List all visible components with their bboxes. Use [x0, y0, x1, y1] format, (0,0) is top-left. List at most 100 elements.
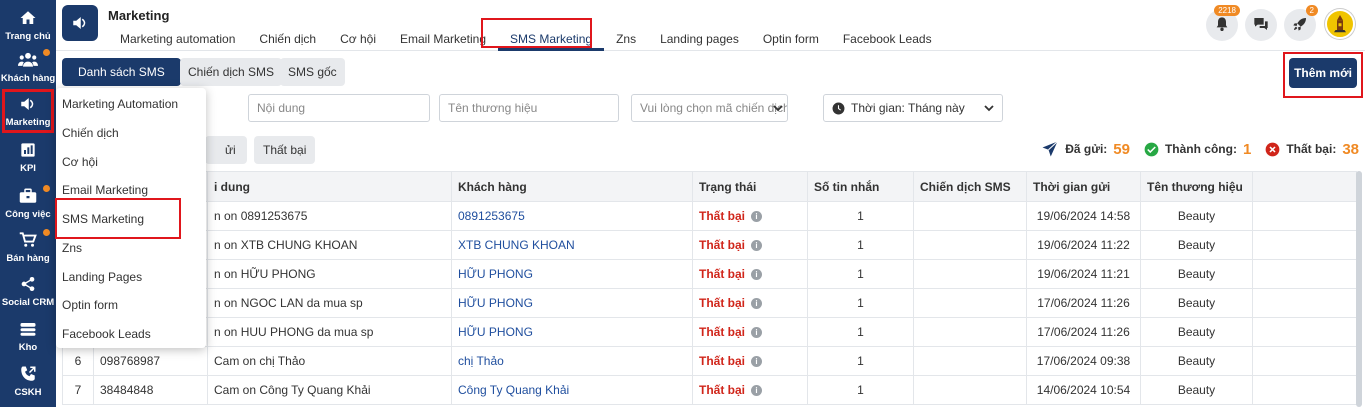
sidebar-item-sales[interactable]: Bán hàng	[0, 224, 56, 270]
cell-msg-count: 1	[807, 201, 914, 231]
cell-content: n on XTB CHUNG KHOAN	[207, 230, 452, 260]
cell-brand: Beauty	[1140, 288, 1253, 318]
tab-landing-pages[interactable]: Landing pages	[648, 30, 751, 51]
menu-item-marketing-automation[interactable]: Marketing Automation	[62, 97, 178, 111]
cell-campaign	[913, 375, 1027, 405]
table-row[interactable]: 7 38484848 Cam on Công Ty Quang Khải Công T…	[62, 375, 1357, 405]
tab-marketing-automation[interactable]: Marketing automation	[108, 30, 247, 51]
cell-content: Cam on Công Ty Quang Khải	[207, 375, 452, 405]
cell-status: Thất bại i	[692, 201, 808, 231]
sidebar-item-customer-care[interactable]: CSKH	[0, 358, 56, 404]
col-header-customer[interactable]: Khách hàng	[451, 171, 693, 202]
avatar[interactable]	[1325, 9, 1355, 39]
menu-item-campaigns[interactable]: Chiến dịch	[62, 126, 119, 140]
cell-customer[interactable]: XTB CHUNG KHOAN	[451, 230, 693, 260]
campaign-code-select[interactable]: Vui lòng chọn mã chiến dịch	[631, 94, 788, 122]
paper-plane-icon	[1041, 140, 1065, 158]
chat-button[interactable]	[1245, 9, 1277, 41]
cell-status: Thất bại i	[692, 288, 808, 318]
cell-msg-count-text: 1	[857, 267, 864, 281]
info-icon[interactable]: i	[751, 269, 763, 281]
menu-item-facebook-leads[interactable]: Facebook Leads	[62, 327, 151, 341]
col-header-sent-time[interactable]: Thời gian gửi	[1026, 171, 1141, 202]
menu-item-landing-pages[interactable]: Landing Pages	[62, 270, 142, 284]
status-filter-failed[interactable]: Thất bại	[254, 136, 316, 164]
info-icon[interactable]: i	[751, 327, 763, 339]
info-icon[interactable]: i	[751, 211, 763, 223]
info-icon[interactable]: i	[751, 356, 763, 368]
table-scrollbar[interactable]	[1356, 171, 1362, 407]
cell-customer-text: HỮU PHONG	[458, 267, 533, 281]
menu-item-optin-form[interactable]: Optin form	[62, 298, 118, 312]
menu-item-opportunities[interactable]: Cơ hội	[62, 155, 98, 169]
cell-extra	[1252, 375, 1357, 405]
stat-sent-label: Đã gửi:	[1065, 142, 1108, 156]
table-row[interactable]: n on HUU PHONG da mua sp HỮU PHONG Thất bạ…	[62, 317, 1357, 347]
cell-customer[interactable]: Công Ty Quang Khải	[451, 375, 693, 405]
info-icon[interactable]: i	[751, 385, 763, 397]
sidebar-item-social-crm[interactable]: Social CRM	[0, 268, 56, 314]
table-row[interactable]: n on 0891253675 0891253675 Thất bại i 1 19/06…	[62, 201, 1357, 231]
menu-item-email-marketing[interactable]: Email Marketing	[62, 183, 148, 197]
tab-sms-list[interactable]: Danh sách SMS	[62, 58, 181, 86]
cell-content-text: Cam on chị Thảo	[214, 354, 306, 368]
col-header-msg-count[interactable]: Số tin nhắn	[807, 171, 914, 202]
table-row[interactable]: n on HỮU PHONG HỮU PHONG Thất bại i 1 19/06/2…	[62, 259, 1357, 289]
tab-facebook-leads[interactable]: Facebook Leads	[831, 30, 944, 51]
cell-extra	[1252, 259, 1357, 289]
status-filter-sent[interactable]: ửi	[205, 136, 247, 164]
sidebar-item-customers[interactable]: Khách hàng	[0, 44, 56, 90]
chart-icon	[18, 140, 38, 160]
col-header-content[interactable]: i dung	[207, 171, 452, 202]
rocket-button[interactable]: 2	[1284, 5, 1318, 41]
notification-dot	[43, 185, 50, 192]
sidebar-item-home[interactable]: Trang chủ	[0, 2, 56, 48]
sidebar-item-marketing[interactable]: Marketing	[2, 89, 54, 133]
sidebar-item-kpi[interactable]: KPI	[0, 134, 56, 180]
info-icon[interactable]: i	[751, 298, 763, 310]
cell-customer[interactable]: HỮU PHONG	[451, 317, 693, 347]
menu-item-zns[interactable]: Zns	[62, 241, 82, 255]
sidebar-item-tasks[interactable]: Công việc	[0, 180, 56, 226]
cell-customer[interactable]: chị Thảo	[451, 346, 693, 376]
cell-msg-count-text: 1	[857, 354, 864, 368]
table-row[interactable]: n on NGOC LAN da mua sp HỮU PHONG Thất bại…	[62, 288, 1357, 318]
sidebar-item-label: Trang chủ	[5, 31, 51, 42]
notifications-button[interactable]: 2218	[1206, 5, 1240, 41]
brand-filter-input[interactable]: Tên thương hiệu	[439, 94, 619, 122]
sidebar-item-label: Marketing	[5, 117, 51, 128]
cell-index-text: 7	[74, 383, 82, 397]
chevron-down-icon	[773, 102, 783, 116]
tab-opportunities[interactable]: Cơ hội	[328, 30, 388, 51]
tab-zns[interactable]: Zns	[604, 30, 648, 51]
cell-customer[interactable]: HỮU PHONG	[451, 288, 693, 318]
cell-brand-text: Beauty	[1177, 238, 1216, 252]
time-range-select[interactable]: Thời gian: Tháng này	[823, 94, 1003, 122]
cell-msg-count: 1	[807, 375, 914, 405]
notification-count-badge: 2218	[1214, 5, 1240, 16]
cell-customer[interactable]: HỮU PHONG	[451, 259, 693, 289]
tab-campaigns[interactable]: Chiến dịch	[247, 30, 328, 51]
info-icon[interactable]: i	[751, 240, 763, 252]
table-row[interactable]: n on XTB CHUNG KHOAN XTB CHUNG KHOAN Thất …	[62, 230, 1357, 260]
tab-sms-source[interactable]: SMS gốc	[280, 58, 345, 86]
col-header-campaign[interactable]: Chiến dịch SMS	[913, 171, 1027, 202]
cell-content-text: n on NGOC LAN da mua sp	[214, 296, 363, 310]
sidebar-item-warehouse[interactable]: Kho	[0, 313, 56, 359]
col-header-status[interactable]: Trạng thái	[692, 171, 808, 202]
cell-customer[interactable]: 0891253675	[451, 201, 693, 231]
cell-content-text: n on XTB CHUNG KHOAN	[214, 238, 358, 252]
table-row[interactable]: 6 098768987 Cam on chị Thảo chị Thảo Thất bạ…	[62, 346, 1357, 376]
sms-stats: Đã gửi: 59 Thành công: 1 Thất bại: 38	[1027, 140, 1359, 158]
cell-campaign	[913, 346, 1027, 376]
cell-brand: Beauty	[1140, 259, 1253, 289]
annotation-highlight	[1283, 52, 1363, 98]
tab-sms-campaigns[interactable]: Chiến dịch SMS	[180, 58, 283, 86]
cell-sent-time: 19/06/2024 11:21	[1026, 259, 1141, 289]
tab-optin-form[interactable]: Optin form	[751, 30, 831, 51]
col-header-brand[interactable]: Tên thương hiệu	[1140, 171, 1253, 202]
cell-sent-time-text: 17/06/2024 11:26	[1037, 325, 1130, 339]
content-filter-input[interactable]: Nội dung	[248, 94, 430, 122]
cell-brand: Beauty	[1140, 346, 1253, 376]
cell-msg-count: 1	[807, 288, 914, 318]
